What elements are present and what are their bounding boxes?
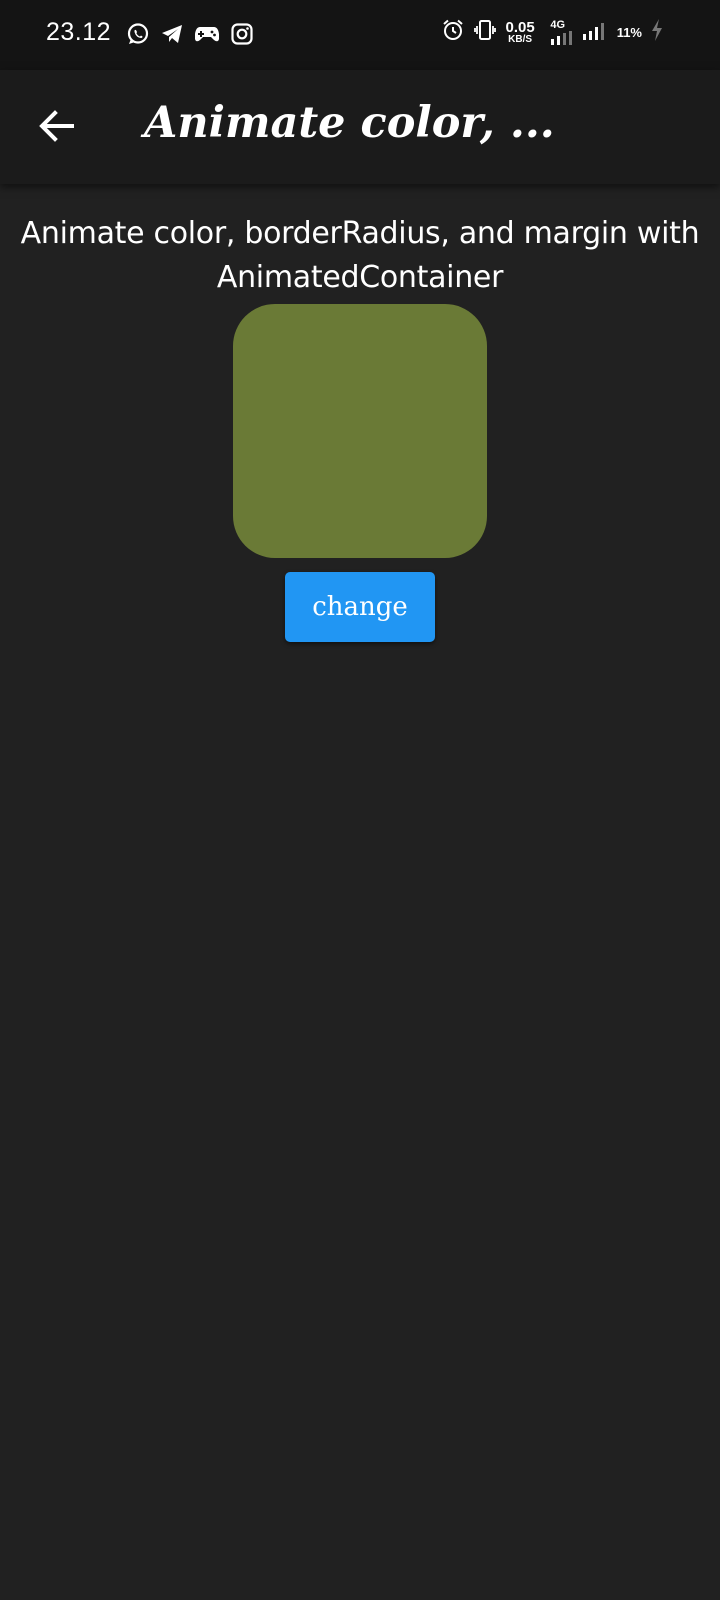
charging-icon: [650, 18, 664, 46]
notification-icons: [126, 22, 254, 50]
signal-4g-icon: 4G: [543, 18, 573, 45]
signal-strength-icon: [581, 20, 609, 44]
network-speed-value: 0.05: [505, 18, 535, 36]
vibrate-icon: [473, 18, 497, 46]
status-time: 23.12: [46, 18, 112, 46]
system-icons: 0.05 KB/S 4G 11%: [441, 18, 664, 46]
alarm-icon: [441, 18, 465, 46]
app-bar: Animate color, ...: [0, 70, 720, 184]
gamepad-icon: [194, 22, 220, 50]
arrow-left-icon: [37, 107, 75, 149]
change-button[interactable]: change: [285, 572, 435, 642]
network-type-label: 4G: [550, 18, 566, 31]
animated-container: [233, 304, 487, 558]
status-bar: 23.12 0.05 KB/S 4G 11%: [0, 0, 720, 70]
back-button[interactable]: [30, 102, 82, 154]
whatsapp-icon: [126, 22, 150, 50]
network-speed: 0.05 KB/S: [505, 20, 534, 45]
telegram-icon: [160, 22, 184, 50]
description-text: Animate color, borderRadius, and margin …: [20, 216, 700, 295]
battery-percentage: 11%: [616, 24, 642, 40]
network-speed-unit: KB/S: [508, 33, 533, 45]
page-title: Animate color, ...: [144, 98, 555, 148]
instagram-icon: [230, 22, 254, 50]
